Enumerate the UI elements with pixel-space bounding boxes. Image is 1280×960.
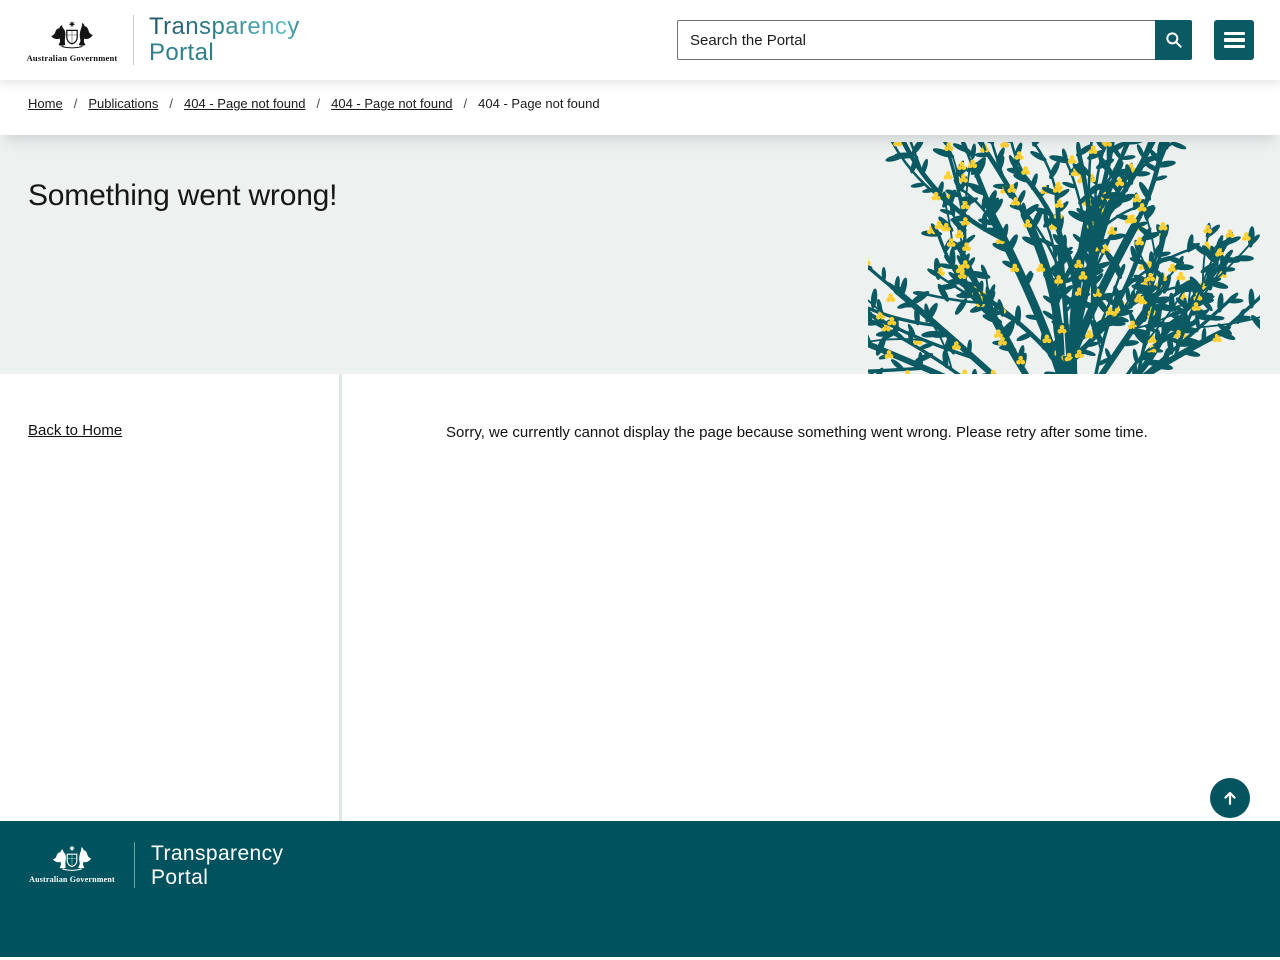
scroll-to-top-button[interactable] (1210, 778, 1250, 818)
page-title: Something went wrong! (28, 179, 337, 213)
breadcrumb-link-404-2[interactable]: 404 - Page not found (331, 96, 452, 111)
footer-logo-divider (134, 842, 135, 888)
government-logo-label: Australian Government (27, 53, 118, 63)
breadcrumb-separator: / (464, 96, 468, 111)
back-to-home-link[interactable]: Back to Home (28, 422, 122, 439)
footer: Australian Government Transparency Porta… (0, 821, 1280, 957)
breadcrumb-link-404-1[interactable]: 404 - Page not found (184, 96, 305, 111)
logo-divider (133, 15, 134, 65)
breadcrumb-separator: / (169, 96, 173, 111)
breadcrumb: Home / Publications / 404 - Page not fou… (0, 80, 1280, 135)
breadcrumb-current: 404 - Page not found (478, 96, 599, 111)
site-title-line1: Transparency (149, 14, 300, 40)
search-icon (1164, 30, 1184, 50)
footer-government-logo-label: Australian Government (29, 875, 115, 884)
coat-of-arms-icon (46, 17, 98, 51)
arrow-up-icon (1220, 788, 1240, 808)
search-button[interactable] (1155, 20, 1192, 60)
coat-of-arms-icon (48, 842, 96, 873)
menu-button[interactable] (1214, 20, 1254, 60)
top-white-block: Australian Government Transparency Porta… (0, 0, 1280, 135)
breadcrumb-separator: / (74, 96, 78, 111)
footer-government-logo[interactable]: Australian Government (26, 842, 118, 884)
breadcrumb-link-home[interactable]: Home (28, 96, 63, 111)
left-column: Back to Home (0, 374, 339, 821)
footer-site-title-line1: Transparency (151, 842, 283, 866)
search-input[interactable] (677, 20, 1155, 60)
main-content: Back to Home Sorry, we currently cannot … (0, 374, 1280, 821)
site-title-line2: Portal (149, 40, 300, 66)
hero-banner: Something went wrong! (0, 135, 1280, 374)
breadcrumb-separator: / (316, 96, 320, 111)
breadcrumb-link-publications[interactable]: Publications (88, 96, 158, 111)
site-title[interactable]: Transparency Portal (149, 14, 300, 66)
footer-site-title[interactable]: Transparency Portal (151, 842, 283, 890)
search-group (677, 20, 1254, 60)
footer-site-title-line2: Portal (151, 866, 283, 890)
menu-icon (1224, 32, 1245, 49)
right-column: Sorry, we currently cannot display the p… (342, 374, 1280, 821)
error-message: Sorry, we currently cannot display the p… (446, 422, 1240, 444)
government-logo[interactable]: Australian Government (26, 17, 118, 63)
wattle-illustration (868, 142, 1260, 374)
header: Australian Government Transparency Porta… (0, 0, 1280, 80)
